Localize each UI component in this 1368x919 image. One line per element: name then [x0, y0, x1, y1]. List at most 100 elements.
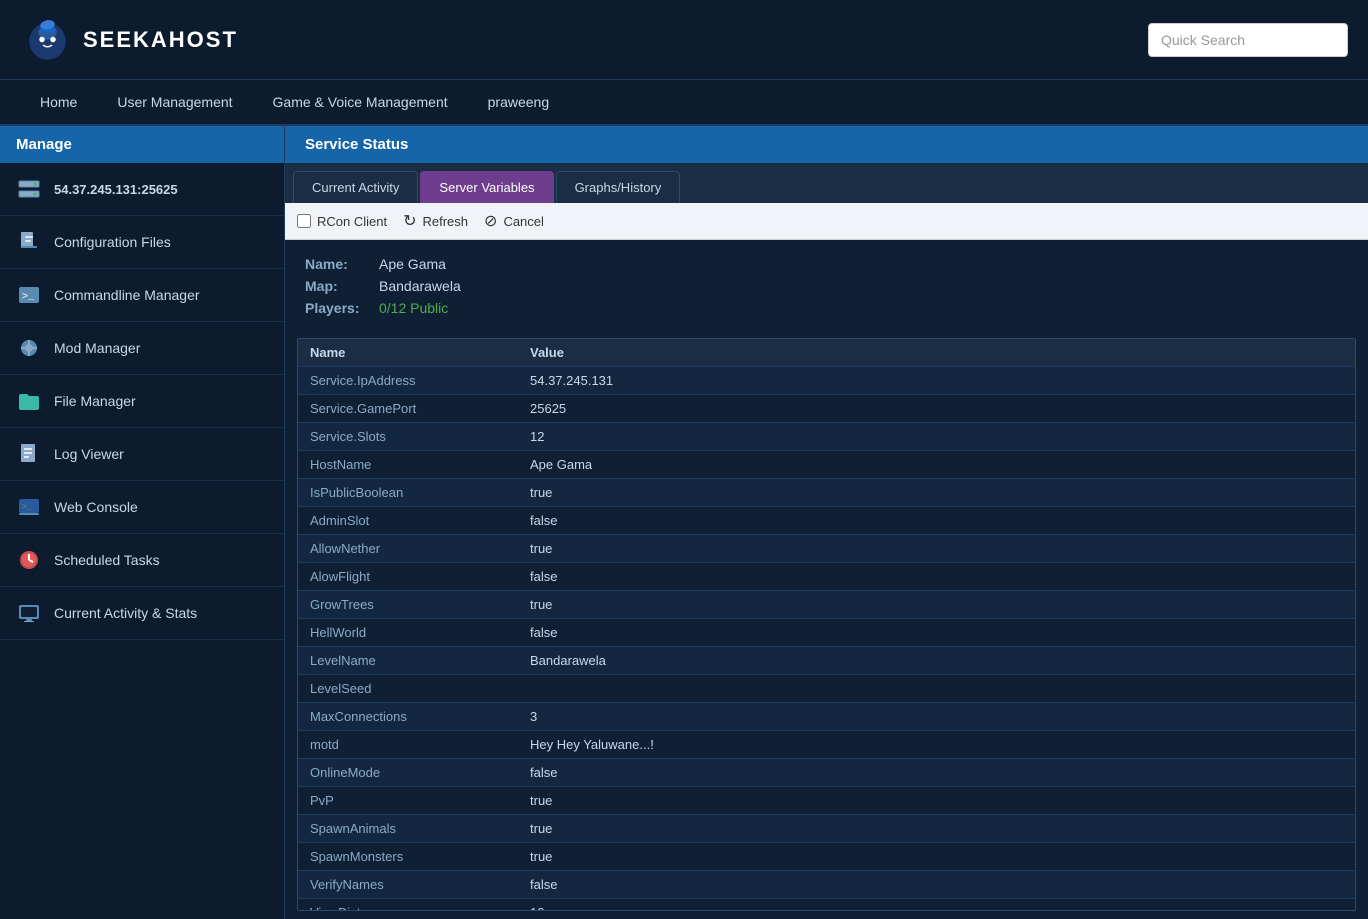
rcon-client-checkbox-label[interactable]: RCon Client: [297, 214, 387, 229]
nav-user-management[interactable]: User Management: [97, 80, 252, 124]
cell-name: motd: [298, 731, 518, 758]
table-header-row: Name Value: [298, 339, 1355, 367]
sidebar: Manage 54.37.245.131:25625: [0, 126, 285, 919]
current-activity-label: Current Activity & Stats: [54, 605, 197, 621]
table-row: IsPublicBoolean true: [298, 479, 1355, 507]
rcon-client-checkbox[interactable]: [297, 214, 311, 228]
cell-name: AlowFlight: [298, 563, 518, 590]
sidebar-item-server-id[interactable]: 54.37.245.131:25625: [0, 163, 284, 216]
cell-name: SpawnAnimals: [298, 815, 518, 842]
table-row: VerifyNames false: [298, 871, 1355, 899]
cell-name: HellWorld: [298, 619, 518, 646]
table-row: AlowFlight false: [298, 563, 1355, 591]
cell-name: Service.GamePort: [298, 395, 518, 422]
table-row: PvP true: [298, 787, 1355, 815]
refresh-button[interactable]: ↻ Refresh: [403, 211, 468, 231]
table-row: OnlineMode false: [298, 759, 1355, 787]
terminal-icon: >_: [16, 282, 42, 308]
document-icon: [16, 441, 42, 467]
cell-value: false: [518, 563, 1355, 590]
table-row: HellWorld false: [298, 619, 1355, 647]
server-icon: [16, 176, 42, 202]
cell-name: Service.Slots: [298, 423, 518, 450]
cell-value: [518, 675, 1355, 702]
sidebar-item-file-manager[interactable]: File Manager: [0, 375, 284, 428]
cell-value: 3: [518, 703, 1355, 730]
main-layout: Manage 54.37.245.131:25625: [0, 126, 1368, 919]
sidebar-item-scheduled-tasks[interactable]: Scheduled Tasks: [0, 534, 284, 587]
cell-value: Ape Gama: [518, 451, 1355, 478]
table-row: AllowNether true: [298, 535, 1355, 563]
sidebar-item-current-activity[interactable]: Current Activity & Stats: [0, 587, 284, 640]
table-row: HostName Ape Gama: [298, 451, 1355, 479]
refresh-label: Refresh: [423, 214, 469, 229]
cancel-icon: ⊘: [484, 211, 497, 231]
nav-home[interactable]: Home: [20, 80, 97, 124]
server-players-row: Players: 0/12 Public: [305, 300, 1348, 316]
nav-game-voice[interactable]: Game & Voice Management: [253, 80, 468, 124]
cell-value: false: [518, 507, 1355, 534]
col-value-header: Value: [518, 339, 1355, 366]
cell-name: Service.IpAddress: [298, 367, 518, 394]
table-row: GrowTrees true: [298, 591, 1355, 619]
tab-server-variables[interactable]: Server Variables: [420, 171, 553, 203]
main-panel: Service Status Current Activity Server V…: [285, 126, 1368, 919]
tab-bar: Current Activity Server Variables Graphs…: [285, 163, 1368, 203]
table-row: AdminSlot false: [298, 507, 1355, 535]
table-row: Service.GamePort 25625: [298, 395, 1355, 423]
log-viewer-label: Log Viewer: [54, 446, 124, 462]
cell-value: true: [518, 815, 1355, 842]
map-value: Bandarawela: [379, 278, 461, 294]
cell-value: 10: [518, 899, 1355, 910]
commandline-label: Commandline Manager: [54, 287, 200, 303]
variables-table: Name Value Service.IpAddress 54.37.245.1…: [297, 338, 1356, 911]
svg-text:>_: >_: [22, 292, 35, 303]
cell-name: ViewDistance: [298, 899, 518, 910]
mod-manager-label: Mod Manager: [54, 340, 140, 356]
sidebar-item-web-console[interactable]: >_ Web Console: [0, 481, 284, 534]
cell-name: IsPublicBoolean: [298, 479, 518, 506]
server-info: Name: Ape Gama Map: Bandarawela Players:…: [285, 240, 1368, 330]
cell-value: true: [518, 535, 1355, 562]
quick-search-input[interactable]: [1148, 23, 1348, 57]
cell-value: 12: [518, 423, 1355, 450]
clock-icon: [16, 547, 42, 573]
cell-value: false: [518, 871, 1355, 898]
config-files-icon: [16, 229, 42, 255]
tab-current-activity[interactable]: Current Activity: [293, 171, 418, 203]
table-row: MaxConnections 3: [298, 703, 1355, 731]
sidebar-item-log-viewer[interactable]: Log Viewer: [0, 428, 284, 481]
table-row: Service.Slots 12: [298, 423, 1355, 451]
file-manager-label: File Manager: [54, 393, 136, 409]
console-icon: >_: [16, 494, 42, 520]
sidebar-item-config-files[interactable]: Configuration Files: [0, 216, 284, 269]
monitor-icon: [16, 600, 42, 626]
players-value: 0/12 Public: [379, 300, 448, 316]
cell-name: HostName: [298, 451, 518, 478]
cell-name: SpawnMonsters: [298, 843, 518, 870]
nav-user-profile[interactable]: praweeng: [468, 80, 570, 124]
cell-name: AdminSlot: [298, 507, 518, 534]
cell-value: false: [518, 619, 1355, 646]
tab-graphs-history[interactable]: Graphs/History: [556, 171, 681, 203]
table-row: SpawnMonsters true: [298, 843, 1355, 871]
cell-name: VerifyNames: [298, 871, 518, 898]
cell-name: OnlineMode: [298, 759, 518, 786]
logo-text: SEEKAHOST: [83, 27, 238, 53]
cell-value: true: [518, 479, 1355, 506]
folder-icon: [16, 388, 42, 414]
cell-name: PvP: [298, 787, 518, 814]
cell-name: MaxConnections: [298, 703, 518, 730]
sidebar-item-mod-manager[interactable]: Mod Manager: [0, 322, 284, 375]
server-name-row: Name: Ape Gama: [305, 256, 1348, 272]
server-id-label: 54.37.245.131:25625: [54, 182, 178, 197]
cell-value: false: [518, 759, 1355, 786]
cell-name: LevelSeed: [298, 675, 518, 702]
players-label: Players:: [305, 300, 375, 316]
mod-icon: [16, 335, 42, 361]
table-row: ViewDistance 10: [298, 899, 1355, 910]
col-name-header: Name: [298, 339, 518, 366]
sidebar-item-commandline[interactable]: >_ Commandline Manager: [0, 269, 284, 322]
table-row: motd Hey Hey Yaluwane...!: [298, 731, 1355, 759]
cancel-button[interactable]: ⊘ Cancel: [484, 211, 544, 231]
